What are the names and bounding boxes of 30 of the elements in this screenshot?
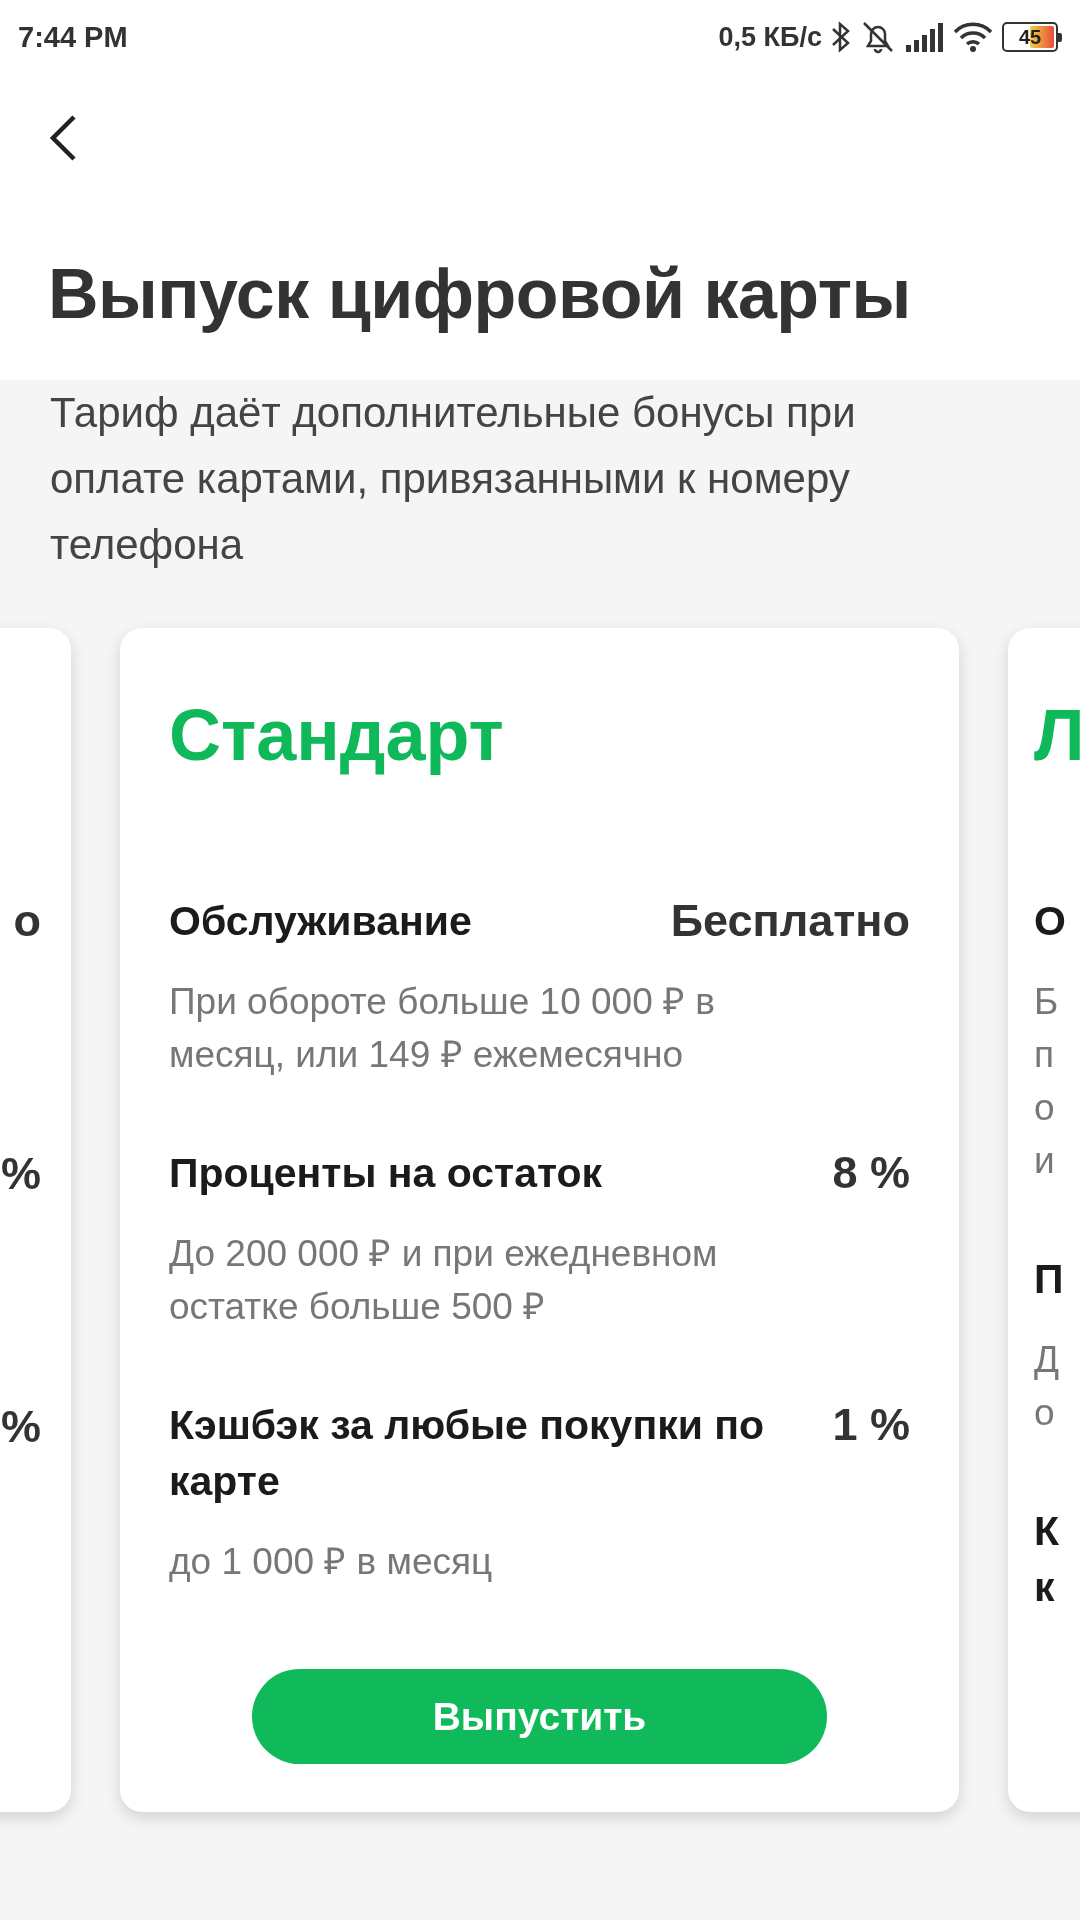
feature-value: % xyxy=(1,1147,41,1201)
tariff-card[interactable] xyxy=(120,628,959,1812)
feature-value: 8 % xyxy=(832,1146,910,1200)
tariff-name: Л xyxy=(1034,694,1080,777)
tariff-card[interactable]: о % % xyxy=(0,628,71,1812)
feature-title: Обслуживание xyxy=(169,897,472,946)
back-icon[interactable] xyxy=(48,114,78,162)
signal-icon xyxy=(904,21,944,53)
feature-value: о xyxy=(13,894,41,948)
feature-note: До 200 000 ₽ и при ежедневном остатке больше 500 ₽ xyxy=(169,1232,719,1329)
bluetooth-icon xyxy=(830,20,852,54)
feature-title: Кэшбэк за любые покупки по карте xyxy=(169,1401,766,1506)
feature-value: Бесплатно xyxy=(670,894,910,948)
feature-title: О xyxy=(1034,897,1066,946)
feature-note: Б п о и xyxy=(1034,980,1060,1183)
feature-title: К к xyxy=(1034,1507,1060,1612)
subtitle: Тариф даёт дополнительные бонусы при оплате картами, привязанными к номеру телефона xyxy=(50,388,857,570)
feature-title: Проценты на остаток xyxy=(169,1149,603,1198)
feature-note: Д о xyxy=(1034,1338,1061,1435)
feature-note: При обороте больше 10 000 ₽ в месяц, или 149 ₽ ежемесячно xyxy=(169,980,716,1077)
page-title: Выпуск цифровой карты xyxy=(48,254,912,334)
feature-note: до 1 000 ₽ в месяц xyxy=(169,1540,494,1584)
feature-value: 1 % xyxy=(832,1398,910,1452)
feature-title: П xyxy=(1034,1255,1064,1304)
tariff-name: Стандарт xyxy=(169,694,505,777)
network-speed: 0,5 КБ/с xyxy=(718,21,822,53)
wifi-icon xyxy=(952,20,994,54)
tariff-card[interactable]: Л О Б п о и П Д о К к xyxy=(1008,628,1080,1812)
feature-value: % xyxy=(1,1400,41,1454)
status-time: 7:44 PM xyxy=(18,20,128,54)
